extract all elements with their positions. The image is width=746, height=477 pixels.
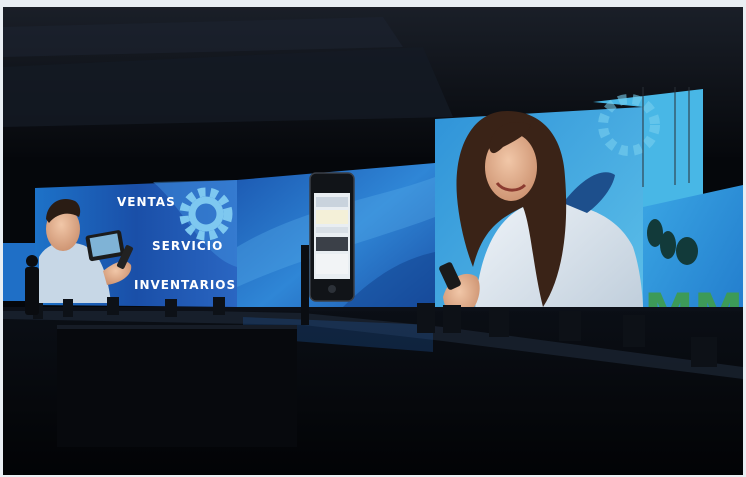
middle-led-screen xyxy=(237,163,435,325)
stage-post xyxy=(301,245,309,325)
left-led-screen: VENTAS SERVICIO INVENTARIOS xyxy=(35,180,237,307)
person-silhouette xyxy=(25,255,39,315)
label-servicio: SERVICIO xyxy=(152,239,223,253)
image-frame: VENTAS SERVICIO INVENTARIOS xyxy=(0,0,746,477)
label-inventarios: INVENTARIOS xyxy=(134,278,236,292)
stage-podium xyxy=(57,327,297,447)
event-stage-photo: VENTAS SERVICIO INVENTARIOS xyxy=(3,7,743,475)
label-ventas: VENTAS xyxy=(117,195,176,209)
stage-scene: VENTAS SERVICIO INVENTARIOS xyxy=(3,7,743,475)
podium-top-edge xyxy=(57,325,297,329)
smartphone-graphic xyxy=(309,172,355,302)
